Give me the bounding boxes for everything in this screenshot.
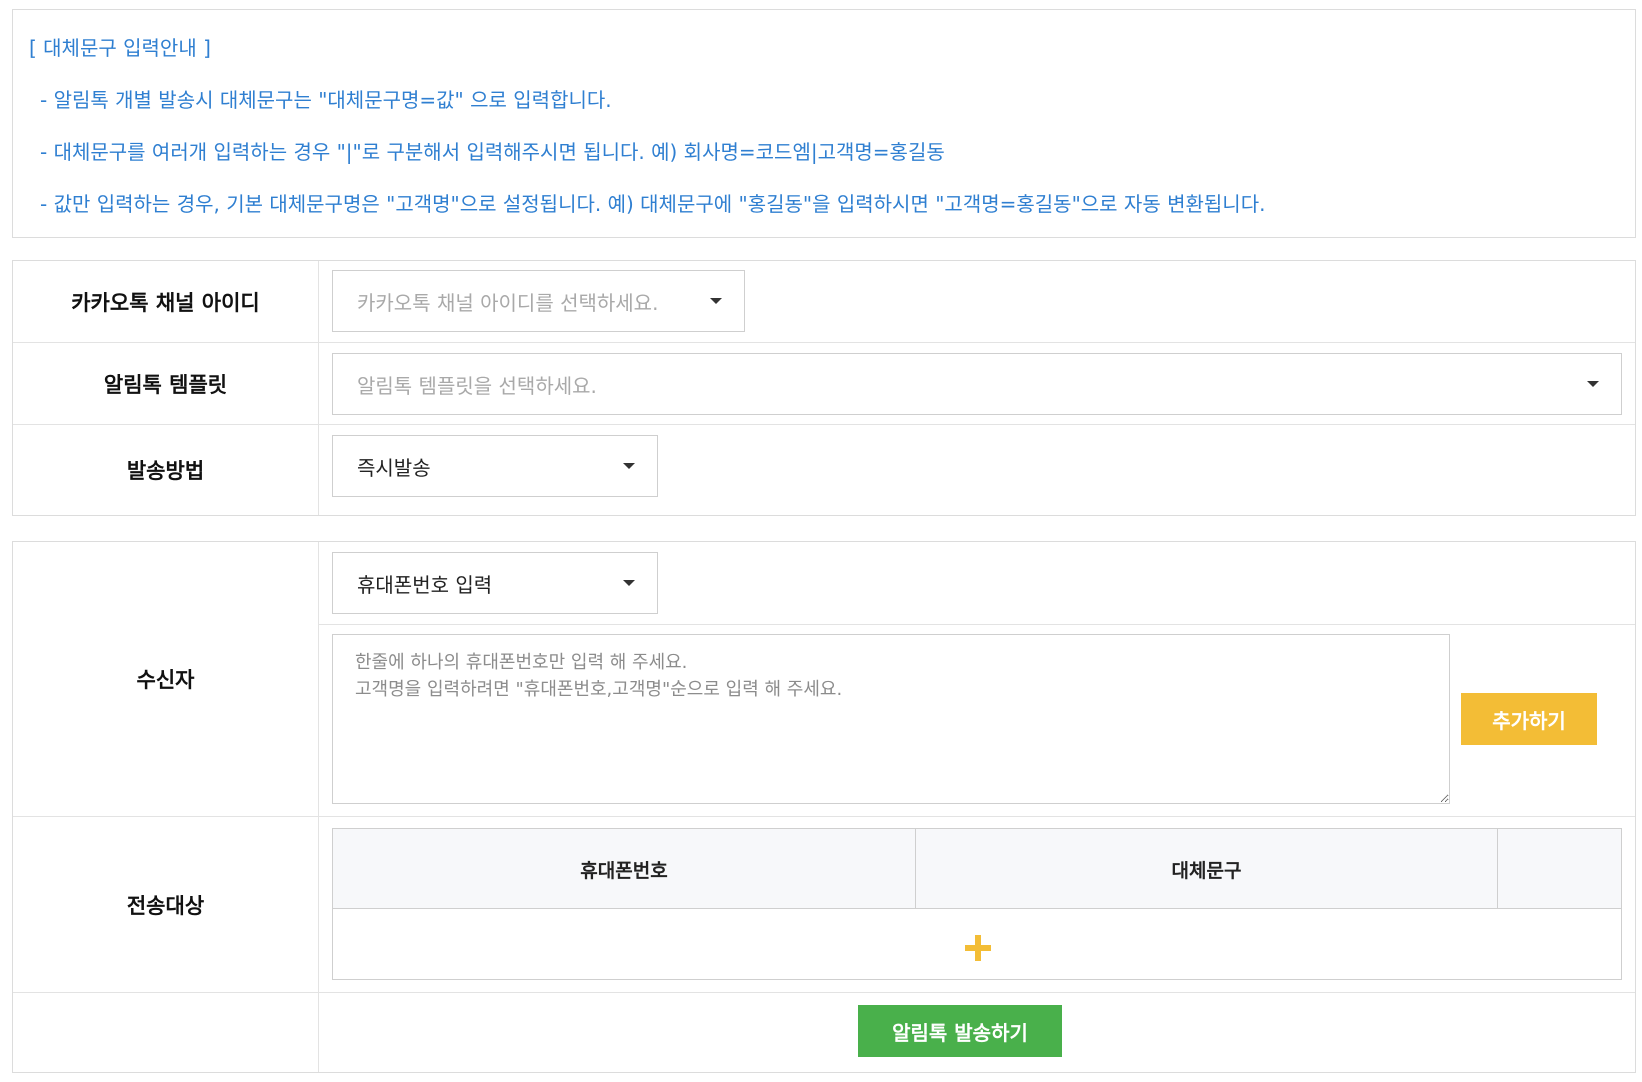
notice-line-3: - 값만 입력하는 경우, 기본 대체문구명은 "고객명"으로 설정됩니다. 예… (40, 192, 1266, 216)
chevron-down-icon (710, 298, 722, 304)
chevron-down-icon (623, 580, 635, 586)
send-settings-table: 카카오톡 채널 아이디 카카오톡 채널 아이디를 선택하세요. 알림톡 템플릿 … (12, 260, 1636, 516)
notice-line-2: - 대체문구를 여러개 입력하는 경우 "|"로 구분해서 입력해주시면 됩니다… (40, 140, 945, 164)
send-alimtalk-button[interactable]: 알림톡 발송하기 (858, 1005, 1062, 1057)
submit-cell: 알림톡 발송하기 (319, 993, 1635, 1072)
recipient-input-type-value: 휴대폰번호 입력 (357, 572, 493, 597)
method-cell: 즉시발송 (319, 425, 1635, 515)
targets-table: 휴대폰번호 대체문구 (332, 828, 1622, 980)
template-cell: 알림톡 템플릿을 선택하세요. (319, 343, 1635, 424)
targets-row: 전송대상 휴대폰번호 대체문구 (13, 817, 1635, 993)
channel-select-placeholder: 카카오톡 채널 아이디를 선택하세요. (357, 290, 659, 315)
targets-cell: 휴대폰번호 대체문구 (319, 817, 1635, 992)
channel-select[interactable]: 카카오톡 채널 아이디를 선택하세요. (332, 270, 745, 332)
chevron-down-icon (1587, 381, 1599, 387)
chevron-down-icon (623, 463, 635, 469)
template-label: 알림톡 템플릿 (13, 343, 319, 424)
column-actions (1498, 829, 1621, 909)
recipient-table: 수신자 휴대폰번호 입력 추가하기 전송대상 휴대폰번호 대체문구 (12, 541, 1636, 1073)
notice-title: [ 대체문구 입력안내 ] (29, 36, 211, 60)
recipient-divider (319, 624, 1635, 625)
targets-table-header: 휴대폰번호 대체문구 (333, 829, 1621, 909)
submit-row-label (13, 993, 319, 1072)
method-label: 발송방법 (13, 425, 319, 515)
send-method-select[interactable]: 즉시발송 (332, 435, 658, 497)
template-select[interactable]: 알림톡 템플릿을 선택하세요. (332, 353, 1622, 415)
column-substitution: 대체문구 (916, 829, 1498, 909)
channel-label: 카카오톡 채널 아이디 (13, 261, 319, 342)
send-method-value: 즉시발송 (357, 455, 431, 480)
substitution-notice: [ 대체문구 입력안내 ] - 알림톡 개별 발송시 대체문구는 "대체문구명=… (12, 9, 1636, 238)
recipient-input-type-select[interactable]: 휴대폰번호 입력 (332, 552, 658, 614)
template-select-placeholder: 알림톡 템플릿을 선택하세요. (357, 373, 597, 398)
add-button[interactable]: 추가하기 (1461, 693, 1597, 745)
template-row: 알림톡 템플릿 알림톡 템플릿을 선택하세요. (13, 343, 1635, 425)
recipient-label: 수신자 (13, 542, 319, 816)
column-phone: 휴대폰번호 (333, 829, 916, 909)
method-row: 발송방법 즉시발송 (13, 425, 1635, 515)
alimtalk-send-page: [ 대체문구 입력안내 ] - 알림톡 개별 발송시 대체문구는 "대체문구명=… (0, 0, 1642, 1082)
recipient-cell: 휴대폰번호 입력 추가하기 (319, 542, 1635, 816)
channel-row: 카카오톡 채널 아이디 카카오톡 채널 아이디를 선택하세요. (13, 261, 1635, 343)
targets-label: 전송대상 (13, 817, 319, 992)
recipient-row: 수신자 휴대폰번호 입력 추가하기 (13, 542, 1635, 817)
notice-line-1: - 알림톡 개별 발송시 대체문구는 "대체문구명=값" 으로 입력합니다. (40, 88, 612, 112)
phone-numbers-textarea[interactable] (332, 634, 1450, 804)
channel-cell: 카카오톡 채널 아이디를 선택하세요. (319, 261, 1635, 342)
add-row-plus-icon[interactable] (965, 935, 991, 961)
submit-row: 알림톡 발송하기 (13, 993, 1635, 1072)
